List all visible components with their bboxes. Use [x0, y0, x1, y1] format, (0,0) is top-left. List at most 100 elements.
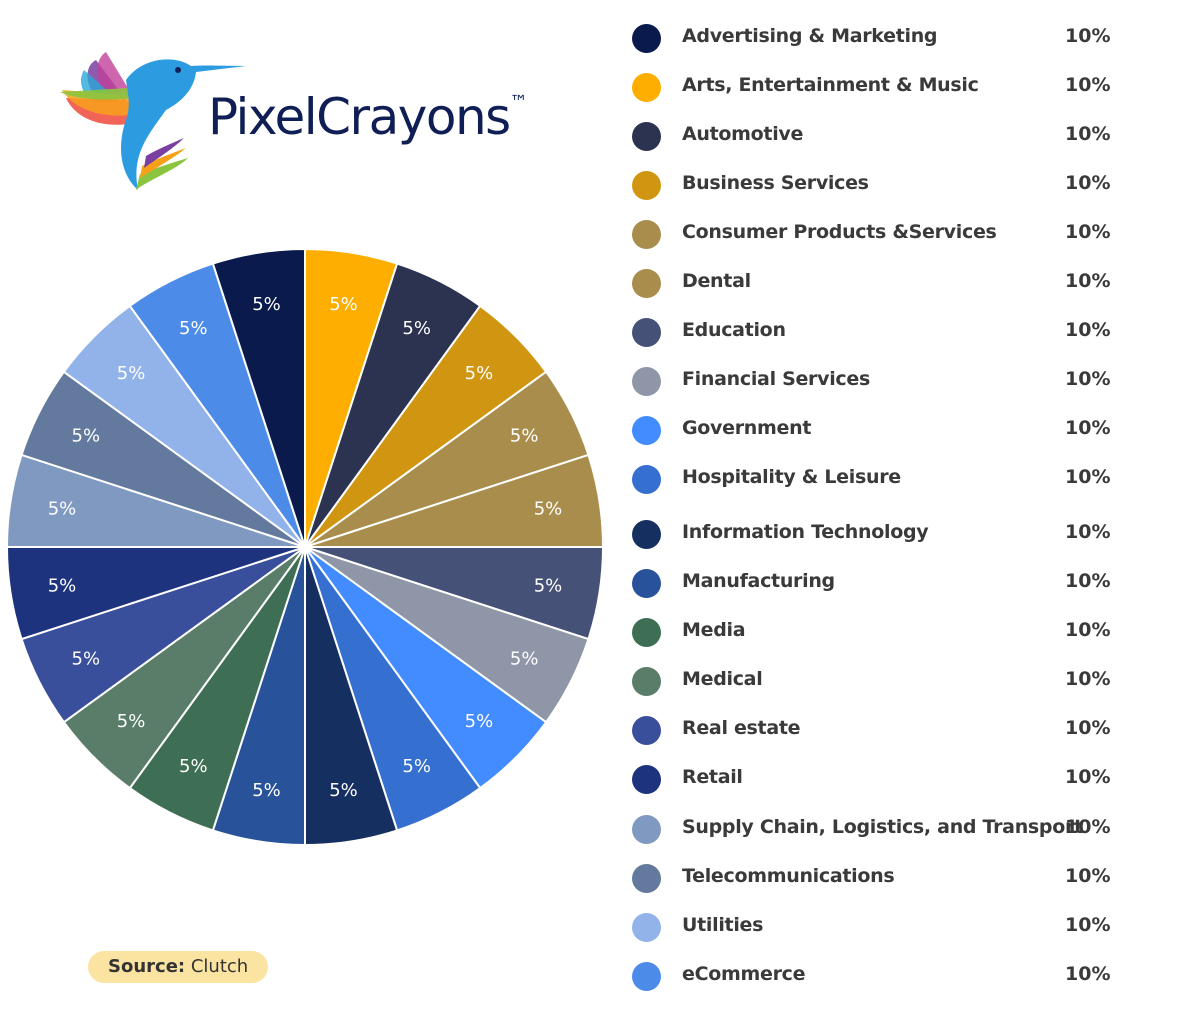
- legend-label: Automotive: [682, 123, 804, 145]
- legend-value: 10%: [1065, 963, 1111, 985]
- legend-item: Education 10%: [630, 308, 1190, 348]
- legend-swatch: [632, 73, 661, 102]
- legend-item: Advertising & Marketing 10%: [630, 14, 1190, 54]
- source-label: Source:: [108, 956, 186, 977]
- source-value: Clutch: [190, 956, 249, 977]
- legend-label: Information Technology: [682, 521, 929, 543]
- pie-slice-label: 5%: [117, 711, 146, 732]
- pie-slice-label: 5%: [252, 294, 281, 315]
- legend-item: Financial Services 10%: [630, 357, 1190, 397]
- legend-label: Business Services: [682, 172, 869, 194]
- pie-slice-label: 5%: [465, 711, 494, 732]
- legend-label: Supply Chain, Logistics, and Transport: [682, 816, 1083, 838]
- legend-swatch: [632, 465, 661, 494]
- legend-label: Media: [682, 619, 746, 641]
- legend-item: Utilities 10%: [630, 903, 1190, 943]
- legend-item: Dental 10%: [630, 259, 1190, 299]
- legend-value: 10%: [1065, 619, 1111, 641]
- legend-label: Financial Services: [682, 368, 870, 390]
- legend-value: 10%: [1065, 270, 1111, 292]
- legend-item: eCommerce 10%: [630, 952, 1190, 992]
- legend-value: 10%: [1065, 368, 1111, 390]
- legend-swatch: [632, 220, 661, 249]
- legend-item: Manufacturing 10%: [630, 559, 1190, 599]
- legend-swatch: [632, 765, 661, 794]
- legend-label: Consumer Products &Services: [682, 221, 997, 243]
- brand-name-text: PixelCrayons: [208, 88, 511, 146]
- legend-value: 10%: [1065, 466, 1111, 488]
- legend-swatch: [632, 520, 661, 549]
- legend-value: 10%: [1065, 172, 1111, 194]
- brand-name: PixelCrayons™: [208, 92, 528, 142]
- legend-label: Hospitality & Leisure: [682, 466, 901, 488]
- legend-value: 10%: [1065, 417, 1111, 439]
- legend-item: Consumer Products &Services 10%: [630, 210, 1190, 250]
- source-badge: Source: Clutch: [88, 951, 269, 983]
- pie-slice-label: 5%: [534, 499, 563, 520]
- legend-swatch: [632, 122, 661, 151]
- legend-swatch: [632, 716, 661, 745]
- legend-label: Telecommunications: [682, 865, 895, 887]
- pie-slice-label: 5%: [329, 780, 358, 801]
- legend-swatch: [632, 269, 661, 298]
- industry-pie-chart: 5% 5% 5% 5% 5% 5% 5% 5% 5% 5% 5% 5% 5% 5% 5% 5% 5% 5% 5% 5%: [5, 247, 605, 847]
- legend-item: Hospitality & Leisure 10%: [630, 455, 1190, 495]
- legend-swatch: [632, 962, 661, 991]
- legend-item: Media 10%: [630, 608, 1190, 648]
- legend-item: Medical 10%: [630, 657, 1190, 697]
- legend-item: Arts, Entertainment & Music 10%: [630, 63, 1190, 103]
- pie-slice-label: 5%: [72, 649, 101, 670]
- pie-slice-label: 5%: [510, 425, 539, 446]
- legend-value: 10%: [1065, 221, 1111, 243]
- legend-swatch: [632, 618, 661, 647]
- pie-slice-label: 5%: [252, 780, 281, 801]
- legend-label: Arts, Entertainment & Music: [682, 74, 979, 96]
- legend-swatch: [632, 667, 661, 696]
- pie-slice-label: 5%: [402, 756, 431, 777]
- legend-label: Real estate: [682, 717, 801, 739]
- legend-label: Education: [682, 319, 786, 341]
- legend-swatch: [632, 569, 661, 598]
- legend-swatch: [632, 815, 661, 844]
- pie-slice-label: 5%: [117, 363, 146, 384]
- legend-value: 10%: [1065, 319, 1111, 341]
- pie-slice-label: 5%: [72, 425, 101, 446]
- legend-swatch: [632, 318, 661, 347]
- pie-slice-label: 5%: [402, 318, 431, 339]
- legend-swatch: [632, 913, 661, 942]
- legend-value: 10%: [1065, 570, 1111, 592]
- pie-slice-label: 5%: [179, 318, 208, 339]
- legend-value: 10%: [1065, 668, 1111, 690]
- legend-swatch: [632, 171, 661, 200]
- legend-label: Dental: [682, 270, 751, 292]
- legend-value: 10%: [1065, 865, 1111, 887]
- pie-slice-label: 5%: [329, 294, 358, 315]
- legend-label: Retail: [682, 766, 743, 788]
- legend-label: Advertising & Marketing: [682, 25, 938, 47]
- legend-value: 10%: [1065, 25, 1111, 47]
- legend-value: 10%: [1065, 816, 1111, 838]
- legend-value: 10%: [1065, 521, 1111, 543]
- legend-value: 10%: [1065, 123, 1111, 145]
- pie-slice-label: 5%: [48, 575, 77, 596]
- legend-label: Government: [682, 417, 812, 439]
- pie-slice-label: 5%: [465, 363, 494, 384]
- legend-label: Utilities: [682, 914, 764, 936]
- legend-item: Supply Chain, Logistics, and Transport 10…: [630, 805, 1190, 845]
- legend-label: Medical: [682, 668, 763, 690]
- legend-swatch: [632, 416, 661, 445]
- legend-swatch: [632, 864, 661, 893]
- legend-label: eCommerce: [682, 963, 806, 985]
- legend-item: Retail 10%: [630, 755, 1190, 795]
- legend-value: 10%: [1065, 766, 1111, 788]
- pie-slice-label: 5%: [179, 756, 208, 777]
- pie-slice-label: 5%: [48, 499, 77, 520]
- legend-label: Manufacturing: [682, 570, 835, 592]
- legend-item: Telecommunications 10%: [630, 854, 1190, 894]
- trademark-symbol: ™: [509, 92, 528, 113]
- legend-item: Information Technology 10%: [630, 510, 1190, 550]
- legend-value: 10%: [1065, 914, 1111, 936]
- legend-swatch: [632, 24, 661, 53]
- legend-item: Automotive 10%: [630, 112, 1190, 152]
- legend-item: Government 10%: [630, 406, 1190, 446]
